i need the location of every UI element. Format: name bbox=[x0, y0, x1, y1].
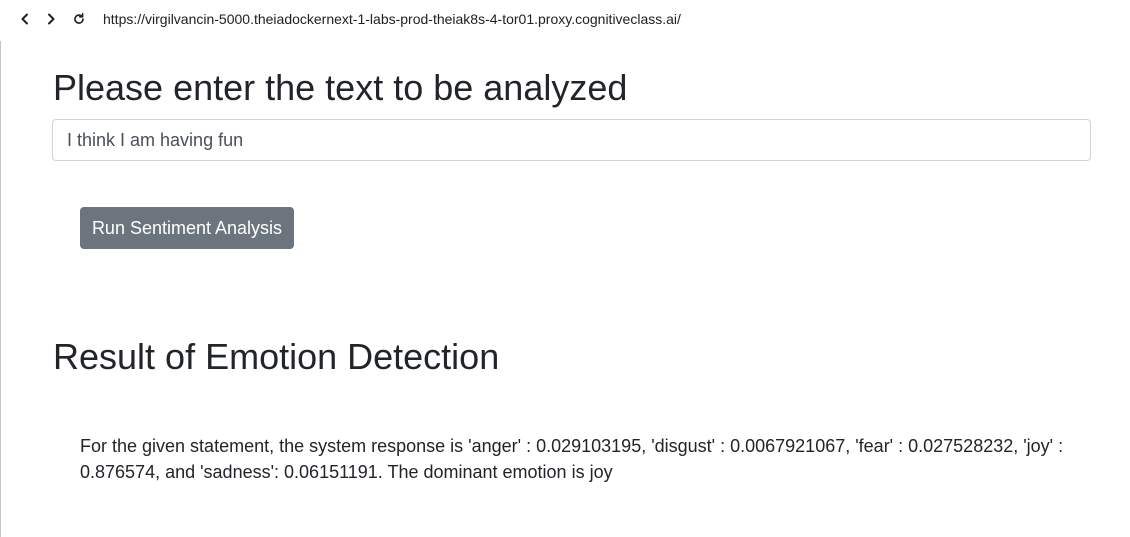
result-heading: Result of Emotion Detection bbox=[53, 336, 500, 377]
chevron-left-icon bbox=[21, 13, 28, 25]
forward-button[interactable] bbox=[41, 9, 61, 29]
page-content: Please enter the text to be analyzed Run… bbox=[0, 40, 1130, 537]
back-button[interactable] bbox=[15, 9, 35, 29]
text-to-analyze-input[interactable] bbox=[52, 119, 1091, 161]
chevron-right-icon bbox=[48, 13, 55, 25]
run-sentiment-analysis-button[interactable]: Run Sentiment Analysis bbox=[80, 207, 294, 249]
browser-toolbar: https://virgilvancin-5000.theiadockernex… bbox=[0, 0, 1130, 40]
page-title: Please enter the text to be analyzed bbox=[53, 67, 628, 108]
reload-button[interactable] bbox=[69, 9, 89, 29]
result-output-text: For the given statement, the system resp… bbox=[80, 436, 1064, 482]
reload-icon bbox=[74, 13, 84, 24]
address-bar-url[interactable]: https://virgilvancin-5000.theiadockernex… bbox=[103, 11, 681, 27]
